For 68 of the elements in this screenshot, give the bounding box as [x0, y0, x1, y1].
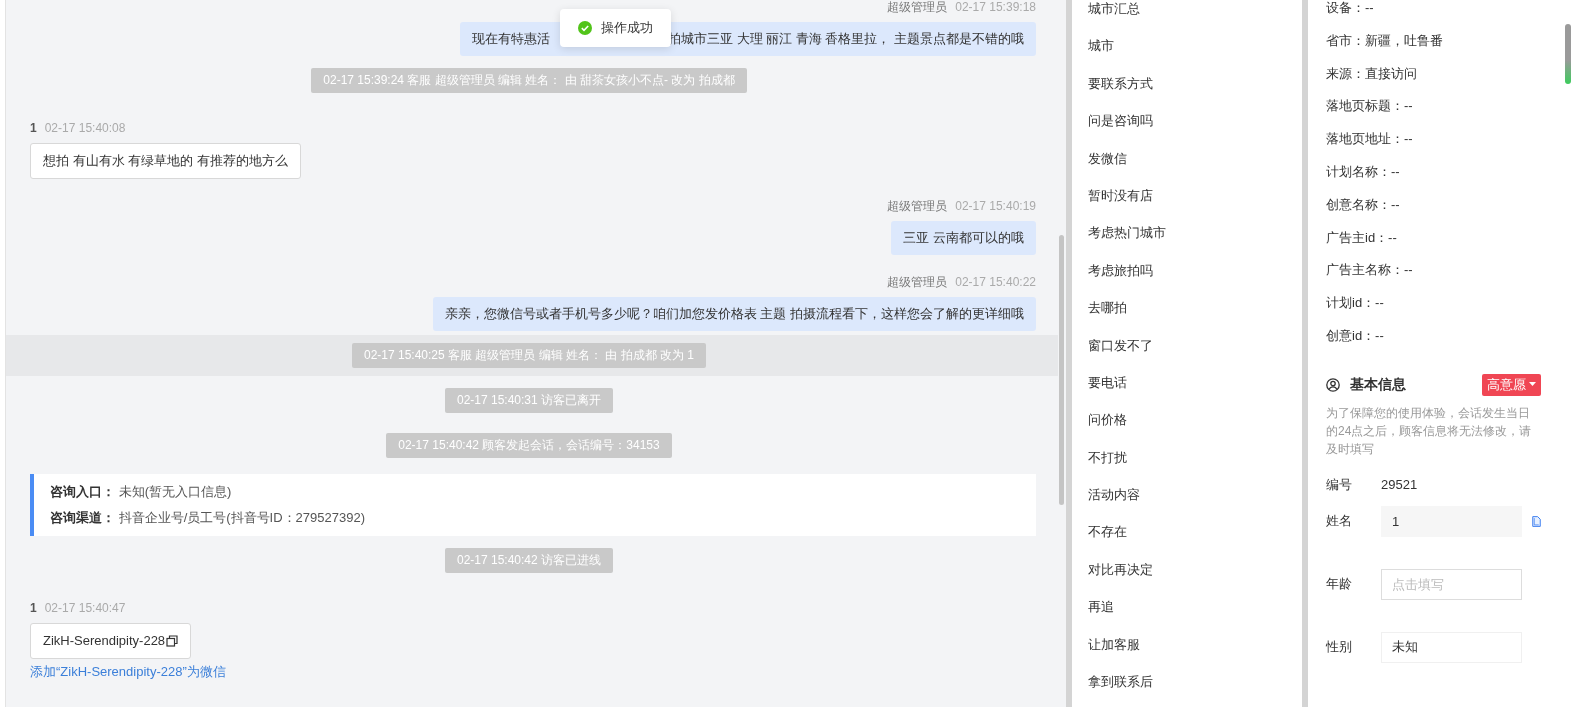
tag-item[interactable]: 问是咨询吗	[1088, 113, 1153, 129]
tag-item[interactable]: 不存在	[1088, 524, 1127, 540]
notice-text: 为了保障您的使用体验，会话发生当日的24点之后，顾客信息将无法修改，请及时填写	[1326, 404, 1533, 458]
visitor-info-text: 创意id：--	[1326, 327, 1384, 343]
scrollbar-thumb[interactable]	[1059, 235, 1064, 505]
message-time: 02-17 15:40:47	[44, 601, 126, 615]
copy-icon[interactable]	[166, 635, 179, 647]
message-text: ZikH-Serendipity-228	[43, 632, 166, 650]
message-time: 02-17 15:40:22	[955, 275, 1036, 289]
add-wechat-link[interactable]: 添加“ZikH-Serendipity-228”为微信	[30, 663, 1036, 681]
field-label: 姓名	[1326, 512, 1353, 531]
customer-name: 1	[30, 121, 37, 135]
tag-item[interactable]: 拿到联系后	[1088, 674, 1153, 690]
sender-name: 超级管理员	[887, 199, 948, 213]
section-title: 基本信息	[1350, 375, 1407, 394]
message-text: 亲亲，您微信号或者手机号多少呢？咱们加您发价格表 主题 拍摄流程看下，这样您会了解的更详细哦	[444, 305, 1024, 323]
tag-item[interactable]: 发微信	[1088, 150, 1127, 166]
caret-icon	[1529, 382, 1536, 388]
message-text: 现在有特惠活	[471, 30, 550, 48]
message-time: 02-17 15:40:08	[44, 121, 126, 135]
customer-message-bubble: 想拍 有山有水 有绿草地的 有推荐的地方么	[30, 143, 301, 179]
field-label: 年龄	[1326, 575, 1353, 594]
name-field[interactable]: 1	[1381, 505, 1522, 537]
visitor-info-text: 落地页标题：--	[1326, 98, 1413, 114]
tag-item[interactable]: 窗口发不了	[1088, 337, 1153, 353]
tag-item[interactable]: 城市汇总	[1088, 1, 1140, 16]
info-value: 未知(暂无入口信息)	[118, 484, 232, 499]
toast-text: 操作成功	[601, 19, 653, 37]
tag-item[interactable]: 暂时没有店	[1088, 187, 1153, 203]
input-field[interactable]: 点击填写	[1381, 568, 1522, 600]
field-value: 29521	[1381, 477, 1418, 493]
tag-item[interactable]: 要联系方式	[1088, 75, 1153, 91]
tag-item[interactable]: 让加客服	[1088, 636, 1140, 652]
message-time: 02-17 15:40:19	[955, 199, 1036, 213]
visitor-info-text: 计划id：--	[1326, 295, 1384, 311]
user-circle-icon	[1326, 377, 1340, 392]
check-circle-icon	[578, 21, 592, 35]
visitor-info-text: 来源：直接访问	[1326, 65, 1417, 81]
visitor-info-text: 广告主id：--	[1326, 229, 1397, 245]
visitor-info-text: 落地页地址：--	[1326, 131, 1413, 147]
visitor-info-text: 设备：--	[1326, 0, 1374, 15]
message-time: 02-17 15:39:18	[955, 0, 1036, 14]
visitor-info-text: 省市：新疆，吐鲁番	[1326, 32, 1443, 48]
select-field[interactable]: 未知	[1381, 631, 1522, 663]
field-label: 编号	[1326, 475, 1353, 494]
tag-item[interactable]: 考虑热门城市	[1088, 225, 1166, 241]
tag-item[interactable]: 不打扰	[1088, 449, 1127, 465]
tag-item[interactable]: 问价格	[1088, 412, 1127, 428]
visitor-info-text: 创意名称：--	[1326, 196, 1400, 212]
info-label: 咨询渠道：	[50, 510, 115, 525]
scrollbar-thumb[interactable]	[1565, 24, 1571, 84]
visitor-info-text: 计划名称：--	[1326, 164, 1400, 179]
message-text: 三亚 云南都可以的哦	[903, 229, 1024, 247]
info-label: 咨询入口：	[50, 484, 115, 499]
tag-item[interactable]: 考虑旅拍吗	[1088, 262, 1153, 278]
intent-dropdown[interactable]: 高意愿	[1482, 373, 1541, 396]
visitor-info-text: 广告主名称：--	[1326, 262, 1413, 278]
tag-item[interactable]: 再追	[1088, 599, 1114, 615]
sender-name: 超级管理员	[887, 275, 948, 289]
sender-name: 超级管理员	[887, 0, 948, 14]
tag-item[interactable]: 要电话	[1088, 374, 1127, 390]
tag-item[interactable]: 对比再决定	[1088, 561, 1153, 577]
customer-name: 1	[30, 601, 37, 615]
tag-item[interactable]: 去哪拍	[1088, 300, 1127, 316]
field-label: 性别	[1326, 638, 1353, 657]
tag-item[interactable]: 活动内容	[1088, 487, 1140, 503]
tag-item[interactable]: 城市	[1088, 38, 1114, 54]
info-value: 抖音企业号/员工号(抖音号ID：279527392)	[118, 510, 365, 525]
